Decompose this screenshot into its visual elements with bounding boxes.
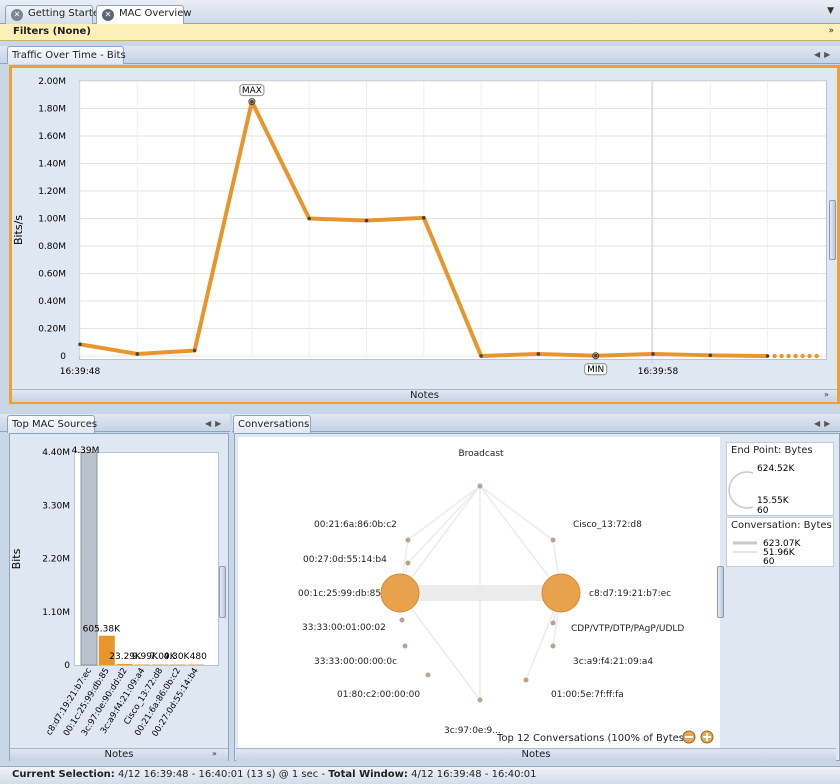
node-3c-a9-f4-21-09-a4[interactable] <box>550 643 556 649</box>
node-01-80-c2[interactable] <box>425 672 431 678</box>
zoom-in-icon[interactable] <box>682 730 696 744</box>
endpoint-legend: End Point: Bytes 624.52K 15.55K 60 <box>726 442 834 516</box>
notes-label: Notes <box>521 749 551 760</box>
conversation-legend: Conversation: Bytes 623.07K 51.96K 60 <box>726 517 834 567</box>
node-label: Cisco_13:72:d8 <box>573 520 642 530</box>
legend-min: 60 <box>757 506 769 515</box>
node-label: 00:1c:25:99:db:85 <box>298 589 381 599</box>
node-01-00-5e-7f-ff-fa[interactable] <box>523 677 529 683</box>
legend-mid: 15.55K <box>757 496 790 506</box>
legend-title: End Point: Bytes <box>731 445 813 456</box>
node-label: 01:00:5e:7f:ff:fa <box>551 690 624 700</box>
node-label: CDP/VTP/DTP/PAgP/UDLD <box>571 624 684 634</box>
node-00-21-6a-86-0b-c2[interactable] <box>405 537 411 543</box>
node-label: c8:d7:19:21:b7:ec <box>589 589 671 599</box>
node-33-33-00-00-00-0c[interactable] <box>402 643 408 649</box>
selection-label: Current Selection: <box>12 769 115 780</box>
node-label: 00:21:6a:86:0b:c2 <box>314 520 397 530</box>
node-00-1c-25-99-db-85[interactable] <box>380 573 420 613</box>
node-label: 01:80:c2:00:00:00 <box>337 690 420 700</box>
window-value: 4/12 16:39:48 - 16:40:01 <box>411 769 537 780</box>
node-label: 3c:a9:f4:21:09:a4 <box>573 657 653 667</box>
conversations-notes-bar[interactable]: Notes <box>236 748 836 761</box>
legend-max: 624.52K <box>757 464 795 474</box>
legend-min: 60 <box>763 557 775 567</box>
zoom-out-icon[interactable] <box>700 730 714 744</box>
conversation-graph-svg: Broadcast Cisco_13:72:d8 c8:d7:19:21:b7:… <box>298 449 714 744</box>
window-label: Total Window: <box>328 769 408 780</box>
status-bar: Current Selection: 4/12 16:39:48 - 16:40… <box>0 766 840 784</box>
conversations-scroll-thumb[interactable] <box>717 566 724 618</box>
node-label: 3c:97:0e:9... <box>444 726 501 736</box>
legend-title: Conversation: Bytes <box>731 520 832 531</box>
node-00-27-0d-55-14-b4[interactable] <box>405 560 411 566</box>
node-33-33-00-01-00-02[interactable] <box>399 617 405 623</box>
endpoint-size-legend: 624.52K 15.55K 60 <box>728 464 795 515</box>
conversations-footer-text: Top 12 Conversations (100% of Bytes) <box>496 733 688 744</box>
node-label: 33:33:00:01:00:02 <box>302 623 386 633</box>
node-cisco-13-72-d8[interactable] <box>550 537 556 543</box>
node-label: Broadcast <box>458 449 504 459</box>
selection-value: 4/12 16:39:48 - 16:40:01 (13 s) @ 1 sec <box>118 769 319 780</box>
node-c8-d7-19-21-b7-ec[interactable] <box>541 573 581 613</box>
node-label: 00:27:0d:55:14:b4 <box>303 555 387 565</box>
node-label: 33:33:00:00:00:0c <box>314 657 397 667</box>
node-broadcast[interactable] <box>477 483 483 489</box>
conversation-width-legend: 623.07K 51.96K 60 <box>733 539 801 567</box>
node-cdp-vtp[interactable] <box>550 620 556 626</box>
node-3c-97-0e[interactable] <box>477 697 483 703</box>
